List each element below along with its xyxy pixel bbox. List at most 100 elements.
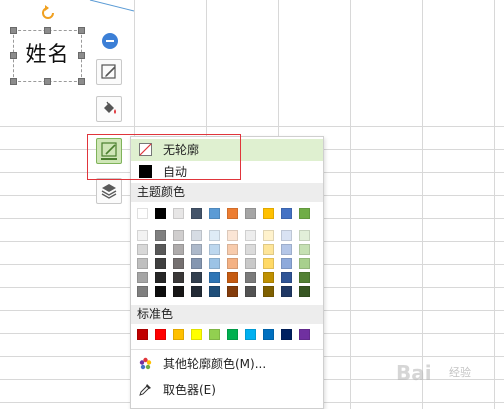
- theme-color-swatch[interactable]: [191, 208, 202, 219]
- theme-shade-swatch[interactable]: [191, 230, 202, 241]
- theme-shade-swatch[interactable]: [299, 286, 310, 297]
- name-textbox[interactable]: 姓名: [13, 30, 82, 82]
- theme-shade-swatch[interactable]: [155, 272, 166, 283]
- theme-shade-swatch[interactable]: [137, 272, 148, 283]
- theme-color-swatch[interactable]: [281, 208, 292, 219]
- style-button[interactable]: [96, 59, 122, 85]
- theme-color-swatch[interactable]: [137, 208, 148, 219]
- outline-button[interactable]: [96, 138, 122, 164]
- theme-shade-swatch[interactable]: [245, 286, 256, 297]
- theme-color-swatch[interactable]: [173, 208, 184, 219]
- theme-shade-swatch[interactable]: [227, 230, 238, 241]
- theme-color-swatch[interactable]: [299, 208, 310, 219]
- theme-shade-swatch[interactable]: [191, 272, 202, 283]
- theme-shade-swatch[interactable]: [227, 244, 238, 255]
- theme-shade-swatch[interactable]: [263, 286, 274, 297]
- theme-shade-swatch[interactable]: [245, 272, 256, 283]
- watermark-logo: Bai: [396, 361, 432, 385]
- standard-color-swatch[interactable]: [137, 329, 148, 340]
- collapse-toolbar-icon[interactable]: [102, 33, 118, 49]
- theme-shade-swatch[interactable]: [155, 286, 166, 297]
- theme-shade-swatch[interactable]: [173, 272, 184, 283]
- theme-color-swatch[interactable]: [263, 208, 274, 219]
- theme-shade-swatch[interactable]: [281, 230, 292, 241]
- standard-color-swatch[interactable]: [209, 329, 220, 340]
- outline-color-icon: [101, 142, 117, 160]
- theme-shade-swatch[interactable]: [227, 286, 238, 297]
- theme-shade-swatch[interactable]: [191, 244, 202, 255]
- no-outline-icon: [139, 143, 152, 156]
- eyedropper-icon: [139, 384, 151, 396]
- theme-shade-swatch[interactable]: [209, 286, 220, 297]
- standard-color-swatch[interactable]: [263, 329, 274, 340]
- resize-handle-e[interactable]: [78, 52, 85, 59]
- eyedropper-item[interactable]: 取色器(E): [131, 379, 323, 401]
- standard-color-swatch[interactable]: [155, 329, 166, 340]
- theme-color-swatch[interactable]: [209, 208, 220, 219]
- theme-color-swatch[interactable]: [245, 208, 256, 219]
- standard-color-swatch[interactable]: [191, 329, 202, 340]
- theme-shade-swatch[interactable]: [299, 272, 310, 283]
- theme-shade-swatch[interactable]: [281, 258, 292, 269]
- standard-color-swatch[interactable]: [245, 329, 256, 340]
- theme-colors-header: 主题颜色: [131, 183, 323, 202]
- theme-shade-swatch[interactable]: [245, 244, 256, 255]
- theme-shade-swatch[interactable]: [209, 244, 220, 255]
- theme-shade-swatch[interactable]: [227, 272, 238, 283]
- theme-shade-swatch[interactable]: [137, 244, 148, 255]
- standard-colors-header: 标准色: [131, 305, 323, 324]
- theme-shade-swatch[interactable]: [191, 286, 202, 297]
- resize-handle-sw[interactable]: [10, 78, 17, 85]
- theme-shade-swatch[interactable]: [173, 286, 184, 297]
- theme-shade-swatch[interactable]: [281, 244, 292, 255]
- theme-shade-swatch[interactable]: [263, 244, 274, 255]
- theme-shade-swatch[interactable]: [173, 230, 184, 241]
- theme-shade-swatch[interactable]: [155, 230, 166, 241]
- no-outline-label: 无轮廓: [163, 143, 200, 157]
- standard-color-swatch[interactable]: [173, 329, 184, 340]
- theme-shade-swatch[interactable]: [263, 258, 274, 269]
- theme-shade-swatch[interactable]: [209, 258, 220, 269]
- layers-icon: [101, 184, 117, 199]
- theme-shade-swatch[interactable]: [281, 272, 292, 283]
- theme-shade-swatch[interactable]: [299, 244, 310, 255]
- layer-button[interactable]: [96, 178, 122, 204]
- theme-shade-swatch[interactable]: [281, 286, 292, 297]
- fill-button[interactable]: [96, 96, 122, 122]
- theme-shade-swatch[interactable]: [227, 258, 238, 269]
- resize-handle-w[interactable]: [10, 52, 17, 59]
- theme-shade-swatch[interactable]: [299, 230, 310, 241]
- resize-handle-nw[interactable]: [10, 27, 17, 34]
- eyedropper-label: 取色器(E): [163, 383, 216, 397]
- theme-shade-swatch[interactable]: [137, 286, 148, 297]
- theme-shade-swatch[interactable]: [137, 230, 148, 241]
- theme-shade-swatch[interactable]: [191, 258, 202, 269]
- auto-color-item[interactable]: 自动: [131, 161, 323, 183]
- resize-handle-se[interactable]: [78, 78, 85, 85]
- theme-shade-swatch[interactable]: [155, 244, 166, 255]
- more-colors-item[interactable]: 其他轮廓颜色(M)...: [131, 353, 323, 375]
- standard-color-swatch[interactable]: [281, 329, 292, 340]
- resize-handle-s[interactable]: [44, 78, 51, 85]
- theme-shade-swatch[interactable]: [209, 272, 220, 283]
- standard-color-swatch[interactable]: [299, 329, 310, 340]
- theme-shade-swatch[interactable]: [245, 230, 256, 241]
- theme-shade-swatch[interactable]: [299, 258, 310, 269]
- theme-shade-swatch[interactable]: [137, 258, 148, 269]
- resize-handle-ne[interactable]: [78, 27, 85, 34]
- rotate-handle-icon[interactable]: [40, 5, 56, 21]
- theme-shade-swatch[interactable]: [173, 258, 184, 269]
- no-outline-item[interactable]: 无轮廓: [131, 139, 323, 161]
- theme-shade-swatch[interactable]: [245, 258, 256, 269]
- theme-shade-swatch[interactable]: [263, 230, 274, 241]
- theme-shade-swatch[interactable]: [263, 272, 274, 283]
- theme-color-swatch[interactable]: [155, 208, 166, 219]
- theme-color-swatch[interactable]: [227, 208, 238, 219]
- auto-color-swatch: [139, 165, 152, 178]
- standard-color-swatch[interactable]: [227, 329, 238, 340]
- resize-handle-n[interactable]: [44, 27, 51, 34]
- theme-shade-swatch[interactable]: [173, 244, 184, 255]
- theme-shade-swatch[interactable]: [209, 230, 220, 241]
- more-colors-label: 其他轮廓颜色(M)...: [163, 357, 267, 371]
- theme-shade-swatch[interactable]: [155, 258, 166, 269]
